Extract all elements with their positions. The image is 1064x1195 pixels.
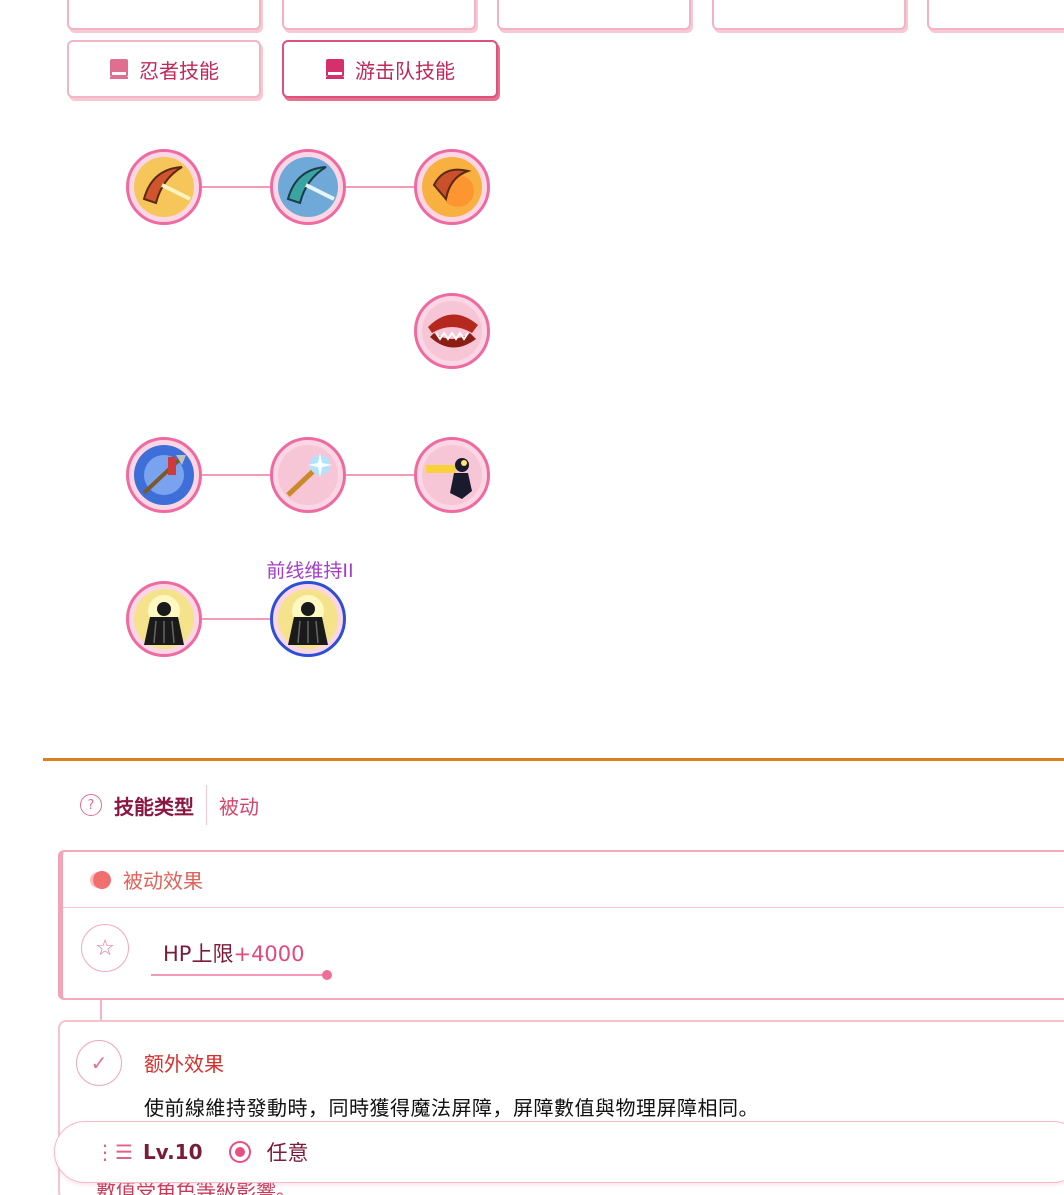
dash-figure-icon [422, 445, 482, 505]
effect-name: HP上限 [163, 942, 234, 966]
boomerang-icon [134, 157, 194, 217]
book-icon [326, 59, 344, 79]
tab-ninja-skills-label: 忍者技能 [139, 58, 219, 83]
star-icon: ☆ [81, 924, 129, 972]
top-tab-4[interactable] [712, 0, 906, 30]
extra-effect-title: 额外效果 [144, 1052, 224, 1076]
radio-icon[interactable] [228, 1141, 251, 1163]
tree-link [200, 474, 274, 476]
connector-line [100, 1000, 102, 1022]
boomerang-icon [278, 157, 338, 217]
boomerang-icon [422, 157, 482, 217]
skill-node-cloak-1[interactable] [126, 581, 202, 657]
trap-jaws-icon [422, 301, 482, 361]
tree-link [344, 474, 418, 476]
skill-type-label: 技能类型 [114, 794, 194, 819]
skill-node-boomerang-2[interactable] [270, 149, 346, 225]
tab-ninja-skills[interactable]: 忍者技能 [67, 40, 261, 98]
separator [206, 785, 207, 825]
skill-node-dash[interactable] [414, 437, 490, 513]
skill-node-arrow-1[interactable] [126, 437, 202, 513]
skill-node-arrow-2[interactable] [270, 437, 346, 513]
passive-effect-body: ☆ HP上限+4000 [63, 908, 1064, 1000]
skill-node-jaws[interactable] [414, 293, 490, 369]
help-icon[interactable]: ? [80, 794, 102, 816]
passive-effect-panel: 被动效果 ☆ HP上限+4000 [58, 850, 1064, 1000]
top-tab-3[interactable] [497, 0, 691, 30]
skill-node-boomerang-1[interactable] [126, 149, 202, 225]
skill-node-cloak-2-selected[interactable] [270, 581, 346, 657]
cloak-figure-icon [134, 589, 194, 649]
level-selector-bar[interactable]: ⋮☰ Lv.10 任意 [54, 1121, 1064, 1183]
selected-skill-label: 前线维持II [266, 560, 354, 582]
top-tab-1[interactable] [67, 0, 261, 30]
tree-link [200, 186, 274, 188]
passive-effect-header: 被动效果 [63, 852, 1064, 908]
effect-line: HP上限+4000 [163, 938, 305, 968]
skill-node-boomerang-3[interactable] [414, 149, 490, 225]
top-tab-5[interactable] [927, 0, 1064, 30]
section-divider [43, 758, 1064, 761]
top-tab-2[interactable] [282, 0, 476, 30]
option-label[interactable]: 任意 [267, 1137, 309, 1167]
tab-guerrilla-skills-label: 游击队技能 [355, 58, 455, 83]
tab-guerrilla-skills[interactable]: 游击队技能 [282, 40, 498, 98]
skill-type-value: 被动 [219, 794, 259, 819]
effect-underline [151, 970, 332, 980]
tree-link [200, 618, 274, 620]
extra-effect-description: 使前線維持發動時，同時獲得魔法屏障，屏障數值與物理屏障相同。 [144, 1096, 759, 1120]
moon-icon [93, 870, 111, 889]
passive-effect-title: 被动效果 [123, 869, 203, 893]
level-label[interactable]: Lv.10 [143, 1140, 203, 1164]
book-icon [110, 59, 128, 79]
skill-type-row: ? 技能类型 被动 [80, 785, 259, 825]
arrow-icon [278, 445, 338, 505]
effect-value: +4000 [233, 942, 305, 966]
tree-link [344, 186, 418, 188]
list-icon: ⋮☰ [95, 1140, 133, 1164]
arrow-icon [134, 445, 194, 505]
cloak-figure-icon [278, 589, 338, 649]
check-icon: ✓ [76, 1040, 122, 1086]
